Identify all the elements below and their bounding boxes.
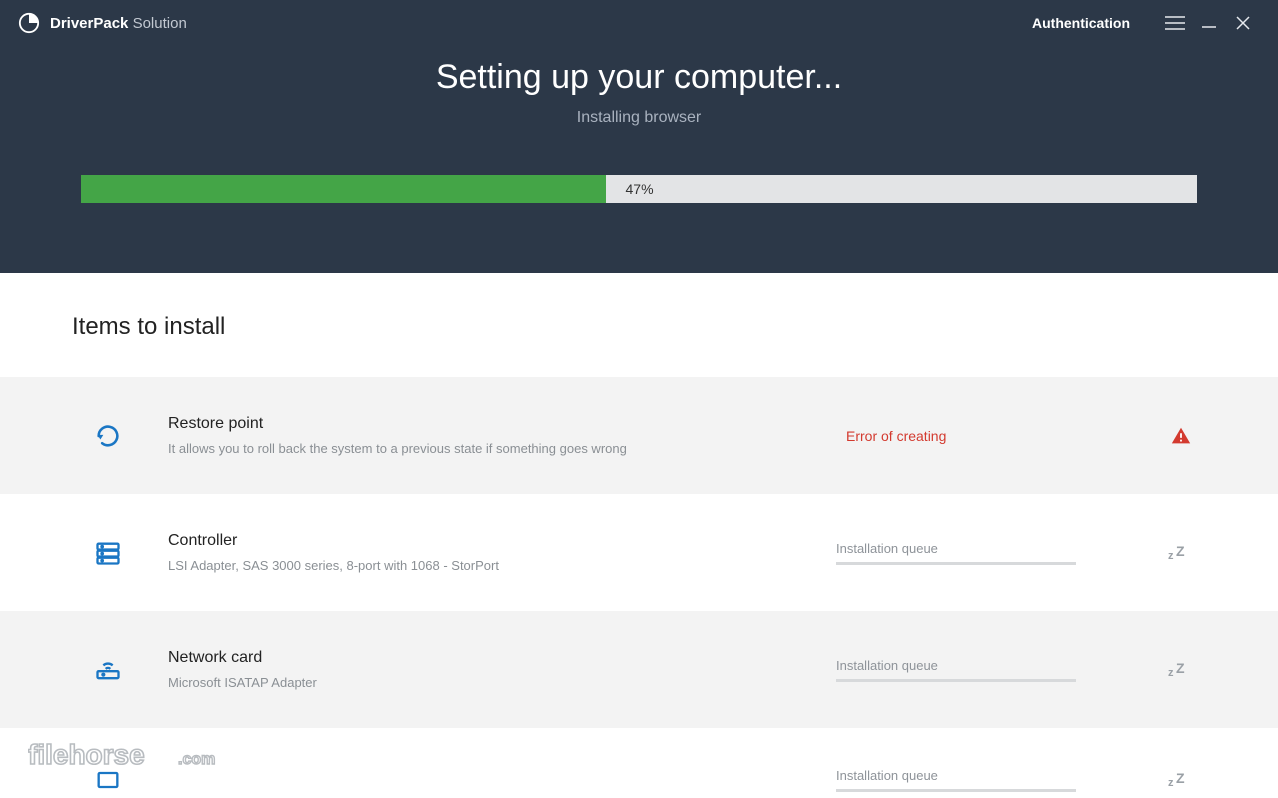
page-title: Setting up your computer...	[0, 58, 1278, 97]
install-item-restore-point: Restore point It allows you to roll back…	[0, 377, 1278, 494]
svg-text:z: z	[1168, 550, 1174, 562]
install-item-controller: Controller LSI Adapter, SAS 3000 series,…	[0, 494, 1278, 611]
status-queue-text: Installation queue	[836, 658, 1116, 673]
watermark-tld: .com	[178, 751, 215, 768]
main-scroll-area[interactable]: Setting up your computer... Installing b…	[0, 46, 1278, 798]
install-item-network-card: Network card Microsoft ISATAP Adapter In…	[0, 611, 1278, 728]
page-subtitle: Installing browser	[0, 109, 1278, 127]
restore-spinner-icon	[88, 422, 128, 450]
svg-text:Z: Z	[1176, 543, 1185, 559]
sleep-icon: zZ	[1156, 770, 1206, 790]
sleep-icon: zZ	[1156, 543, 1206, 563]
brand-name: DriverPack Solution	[50, 15, 187, 32]
section-heading: Items to install	[0, 273, 1278, 377]
progress-percent-label: 47%	[81, 175, 1197, 203]
status-queue-bar	[836, 679, 1076, 682]
controller-icon	[88, 539, 128, 567]
brand-thin: Solution	[133, 15, 187, 32]
svg-text:Z: Z	[1176, 660, 1185, 676]
item-description: Microsoft ISATAP Adapter	[168, 675, 796, 690]
item-description: It allows you to roll back the system to…	[168, 441, 796, 456]
sleep-icon: zZ	[1156, 660, 1206, 680]
status-queue-text: Installation queue	[836, 541, 1116, 556]
menu-button[interactable]	[1158, 0, 1192, 46]
item-title: Controller	[168, 532, 796, 550]
status-queue-bar	[836, 789, 1076, 792]
item-title: Restore point	[168, 415, 796, 433]
svg-text:z: z	[1168, 777, 1174, 789]
title-bar: DriverPack Solution Authentication	[0, 0, 1278, 46]
svg-text:Z: Z	[1176, 770, 1185, 786]
close-button[interactable]	[1226, 0, 1260, 46]
minimize-button[interactable]	[1192, 0, 1226, 46]
logo-area: DriverPack Solution	[18, 12, 187, 34]
status-queue-bar	[836, 562, 1076, 565]
item-description: LSI Adapter, SAS 3000 series, 8-port wit…	[168, 558, 796, 573]
watermark: filehorse .com	[28, 734, 258, 776]
watermark-text: filehorse	[28, 739, 145, 770]
brand-bold: DriverPack	[50, 15, 128, 32]
app-logo-icon	[18, 12, 40, 34]
network-card-icon	[88, 656, 128, 684]
authentication-link[interactable]: Authentication	[1032, 15, 1130, 31]
item-title: Network card	[168, 649, 796, 667]
warning-icon	[1156, 425, 1206, 447]
status-queue-text: Installation queue	[836, 768, 1116, 783]
progress-bar: 47%	[81, 175, 1197, 203]
svg-text:z: z	[1168, 667, 1174, 679]
status-error-text: Error of creating	[836, 428, 1116, 444]
hero-section: Setting up your computer... Installing b…	[0, 46, 1278, 273]
